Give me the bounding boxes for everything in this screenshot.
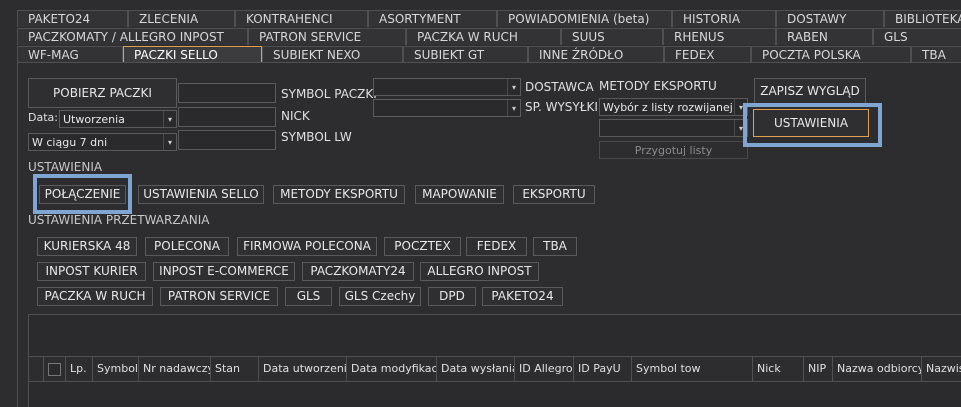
lista-select[interactable]: ▾: [599, 119, 748, 137]
tab-raben[interactable]: RABEN: [776, 28, 873, 45]
gls-czechy-button[interactable]: GLS Czechy: [339, 287, 421, 306]
tab-kontrahenci[interactable]: KONTRAHENCI: [235, 10, 368, 27]
metody-eksportu-label: METODY EKSPORTU: [599, 79, 717, 93]
tab-wf-mag[interactable]: WF-MAG: [17, 46, 123, 63]
tab-subiekt-nexo[interactable]: SUBIEKT NEXO: [262, 46, 403, 63]
firmowa-polecona-button[interactable]: FIRMOWA POLECONA: [237, 237, 377, 256]
polecona-button[interactable]: POLECONA: [145, 237, 229, 256]
column-header-id-allegro[interactable]: ID Allegro: [515, 356, 574, 382]
tab-paketo24[interactable]: PAKETO24: [17, 10, 128, 27]
mapowanie-button[interactable]: MAPOWANIE: [415, 185, 504, 204]
tab-fedex[interactable]: FEDEX: [664, 46, 751, 63]
row-header-cell: [28, 356, 44, 382]
nick-input[interactable]: [178, 107, 276, 127]
tab-dostawy[interactable]: DOSTAWY: [776, 10, 884, 27]
chevron-down-icon: ▾: [507, 100, 520, 116]
tab-powiadomienia[interactable]: POWIADOMIENIA (beta): [497, 10, 672, 27]
pocztex-button[interactable]: POCZTEX: [384, 237, 461, 256]
fedex-button[interactable]: FEDEX: [466, 237, 527, 256]
zapisz-wyglad-button[interactable]: ZAPISZ WYGLĄD: [754, 78, 866, 104]
tab-asortyment[interactable]: ASORTYMENT: [368, 10, 497, 27]
przetwarzanie-section-label: USTAWIENIA PRZETWARZANIA: [28, 213, 210, 227]
tab-biblioteka[interactable]: BIBLIOTEKA: [884, 10, 961, 27]
inpost-ecommerce-button[interactable]: INPOST E-COMMERCE: [153, 262, 295, 281]
ustawienia-highlight: [743, 103, 882, 147]
column-header-nip[interactable]: NIP: [804, 356, 833, 382]
paczka-w-ruch-button[interactable]: PACZKA W RUCH: [37, 287, 153, 306]
tab-historia[interactable]: HISTORIA: [672, 10, 776, 27]
column-header-nazwisko[interactable]: Nazwis: [922, 356, 961, 382]
chevron-down-icon: ▾: [163, 111, 176, 127]
allegro-inpost-button[interactable]: ALLEGRO INPOST: [420, 262, 539, 281]
column-header-data-modyfikacji[interactable]: Data modyfikacji: [347, 356, 437, 382]
data-type-value: Utworzenia: [63, 113, 125, 126]
dostawca-select[interactable]: ▾: [373, 78, 521, 96]
tab-patron-service[interactable]: PATRON SERVICE: [248, 28, 406, 45]
period-select[interactable]: W ciągu 7 dni ▾: [28, 133, 177, 151]
przygotuj-listy-button[interactable]: Przygotuj listy: [599, 141, 748, 159]
column-header-data-wyslania[interactable]: Data wysłania: [437, 356, 515, 382]
column-header-nr-nadawczy[interactable]: Nr nadawczy: [139, 356, 211, 382]
nick-label: NICK: [281, 109, 310, 123]
tab-tba[interactable]: TBA: [911, 46, 961, 63]
chevron-down-icon: ▾: [163, 134, 176, 150]
data-label: Data:: [28, 111, 58, 124]
tab-zlecenia[interactable]: ZLECENIA: [128, 10, 235, 27]
dostawca-label: DOSTAWCA: [525, 80, 594, 94]
column-header-symbol[interactable]: Symbol: [93, 356, 139, 382]
column-header-nick[interactable]: Nick: [753, 356, 804, 382]
paczkomaty24-button[interactable]: PACZKOMATY24: [302, 262, 414, 281]
column-header-lp[interactable]: Lp.: [66, 356, 93, 382]
symbol-paczki-input[interactable]: [178, 83, 276, 103]
patron-service-button[interactable]: PATRON SERVICE: [160, 287, 278, 306]
ustawienia-section-label: USTAWIENIA: [28, 160, 103, 174]
tab-paczka-w-ruch[interactable]: PACZKA W RUCH: [406, 28, 561, 45]
sp-wysylki-select[interactable]: ▾: [373, 99, 521, 117]
symbol-paczki-label: SYMBOL PACZKI: [281, 87, 377, 101]
column-header-id-payu[interactable]: ID PayU: [574, 356, 632, 382]
gls-button[interactable]: GLS: [285, 287, 332, 306]
sp-wysylki-label: SP. WYSYŁKI: [525, 100, 598, 114]
tab-subiekt-gt[interactable]: SUBIEKT GT: [403, 46, 528, 63]
period-value: W ciągu 7 dni: [32, 136, 108, 149]
inpost-kurier-button[interactable]: INPOST KURIER: [37, 262, 146, 281]
metody-eksportu-value: Wybór z listy rozwijanej: [603, 101, 733, 114]
symbol-lw-label: SYMBOL LW: [281, 130, 352, 144]
select-all-checkbox[interactable]: [48, 363, 61, 376]
tab-rhenus[interactable]: RHENUS: [663, 28, 776, 45]
tab-gls[interactable]: GLS: [873, 28, 961, 45]
tab-inne-zrodlo[interactable]: INNE ŹRÓDŁO: [528, 46, 664, 63]
data-type-select[interactable]: Utworzenia ▾: [59, 110, 177, 128]
tab-paczki-sello[interactable]: PACZKI SELLO: [123, 46, 262, 63]
kurierska-48-button[interactable]: KURIERSKA 48: [37, 237, 137, 256]
dpd-button[interactable]: DPD: [428, 287, 476, 306]
chevron-down-icon: ▾: [507, 79, 520, 95]
column-header-data-utworzenia[interactable]: Data utworzenia: [259, 356, 347, 382]
pobierz-paczki-button[interactable]: POBIERZ PACZKI: [28, 78, 177, 108]
tba-button[interactable]: TBA: [533, 237, 577, 256]
tab-poczta-polska[interactable]: POCZTA POLSKA: [751, 46, 911, 63]
tab-suus[interactable]: SUUS: [561, 28, 663, 45]
column-header-stan[interactable]: Stan: [211, 356, 259, 382]
metody-eksportu-select[interactable]: Wybór z listy rozwijanej ▾: [599, 98, 748, 116]
paketo24-button[interactable]: PAKETO24: [482, 287, 563, 306]
ustawienia-sello-button[interactable]: USTAWIENIA SELLO: [138, 185, 264, 204]
polaczenie-highlight: [33, 174, 132, 214]
symbol-lw-input[interactable]: [178, 130, 276, 150]
metody-eksportu-button[interactable]: METODY EKSPORTU: [273, 185, 405, 204]
column-header-nazwa-odbiorcy[interactable]: Nazwa odbiorcy: [833, 356, 922, 382]
tab-paczkomaty-allegro-inpost[interactable]: PACZKOMATY / ALLEGRO INPOST: [17, 28, 248, 45]
eksportu-button[interactable]: EKSPORTU: [513, 185, 595, 204]
column-header-symbol-tow[interactable]: Symbol tow: [632, 356, 753, 382]
